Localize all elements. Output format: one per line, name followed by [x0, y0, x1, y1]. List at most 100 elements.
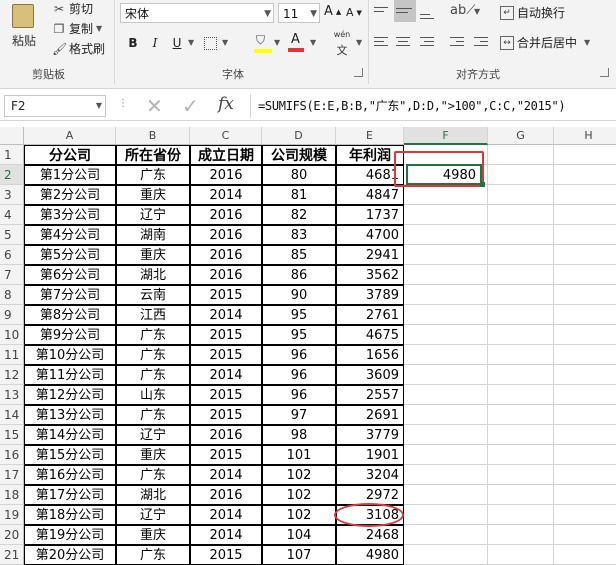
- data-cell[interactable]: 2761: [336, 305, 404, 325]
- font-dialog-launcher-icon[interactable]: [354, 68, 363, 77]
- chevron-down-icon[interactable]: ▼: [310, 38, 316, 47]
- cell[interactable]: [404, 425, 488, 445]
- data-cell[interactable]: 2014: [190, 305, 262, 325]
- data-cell[interactable]: 重庆: [116, 245, 190, 265]
- data-cell[interactable]: 2016: [190, 165, 262, 185]
- data-cell[interactable]: 3779: [336, 425, 404, 445]
- data-cell[interactable]: 广东: [116, 325, 190, 345]
- data-cell[interactable]: 辽宁: [116, 205, 190, 225]
- data-cell[interactable]: 1737: [336, 205, 404, 225]
- align-top-icon[interactable]: [372, 4, 390, 22]
- insert-function-icon[interactable]: fx: [218, 94, 234, 114]
- chevron-down-icon[interactable]: ▼: [222, 38, 228, 47]
- data-cell[interactable]: 第16分公司: [24, 465, 116, 485]
- cell[interactable]: [554, 165, 616, 185]
- row-header[interactable]: 3: [0, 185, 24, 205]
- cell[interactable]: [488, 365, 554, 385]
- data-cell[interactable]: 2015: [190, 325, 262, 345]
- phonetic-button[interactable]: wén 文: [330, 30, 354, 57]
- data-cell[interactable]: 2691: [336, 405, 404, 425]
- data-cell[interactable]: 第12分公司: [24, 385, 116, 405]
- data-cell[interactable]: 96: [262, 345, 336, 365]
- cell[interactable]: [488, 505, 554, 525]
- enter-check-icon[interactable]: ✓: [182, 94, 199, 118]
- row-header[interactable]: 1: [0, 145, 24, 165]
- font-shrink-button[interactable]: A ▼: [346, 6, 362, 19]
- cell[interactable]: [554, 525, 616, 545]
- cell[interactable]: [488, 425, 554, 445]
- data-cell[interactable]: 2014: [190, 505, 262, 525]
- cell[interactable]: [404, 445, 488, 465]
- data-cell[interactable]: 3562: [336, 265, 404, 285]
- data-cell[interactable]: 4980: [336, 545, 404, 565]
- data-cell[interactable]: 98: [262, 425, 336, 445]
- cell[interactable]: [488, 385, 554, 405]
- data-cell[interactable]: 1656: [336, 345, 404, 365]
- data-cell[interactable]: 4675: [336, 325, 404, 345]
- data-cell[interactable]: 第2分公司: [24, 185, 116, 205]
- column-header-e[interactable]: E: [336, 127, 404, 145]
- data-cell[interactable]: 1901: [336, 445, 404, 465]
- cell[interactable]: [404, 405, 488, 425]
- row-header[interactable]: 13: [0, 385, 24, 405]
- row-header[interactable]: 19: [0, 505, 24, 525]
- copy-button[interactable]: ❐ 复制 ▼: [52, 20, 103, 37]
- data-cell[interactable]: 2014: [190, 465, 262, 485]
- data-cell[interactable]: 第4分公司: [24, 225, 116, 245]
- chevron-down-icon[interactable]: ▼: [188, 38, 194, 47]
- data-cell[interactable]: 重庆: [116, 185, 190, 205]
- data-cell[interactable]: 90: [262, 285, 336, 305]
- data-cell[interactable]: 2015: [190, 385, 262, 405]
- row-header[interactable]: 17: [0, 465, 24, 485]
- data-cell[interactable]: 广东: [116, 545, 190, 565]
- header-cell[interactable]: 公司规模: [262, 145, 336, 165]
- data-cell[interactable]: 95: [262, 325, 336, 345]
- cell[interactable]: [404, 265, 488, 285]
- data-cell[interactable]: 80: [262, 165, 336, 185]
- cell[interactable]: [554, 205, 616, 225]
- data-cell[interactable]: 湖北: [116, 485, 190, 505]
- chevron-down-icon[interactable]: ▼: [96, 96, 102, 116]
- cell[interactable]: [488, 465, 554, 485]
- font-name-combo[interactable]: 宋体 ▼: [120, 3, 274, 23]
- row-header[interactable]: 4: [0, 205, 24, 225]
- data-cell[interactable]: 82: [262, 205, 336, 225]
- header-cell[interactable]: 分公司: [24, 145, 116, 165]
- data-cell[interactable]: 广东: [116, 165, 190, 185]
- cell[interactable]: [404, 345, 488, 365]
- cell[interactable]: [554, 385, 616, 405]
- row-header[interactable]: 21: [0, 545, 24, 565]
- merge-center-button[interactable]: ↔ 合并后居中 ▼: [500, 34, 590, 51]
- cell[interactable]: [404, 365, 488, 385]
- name-box[interactable]: F2 ▼: [4, 95, 106, 117]
- data-cell[interactable]: 3609: [336, 365, 404, 385]
- data-cell[interactable]: 重庆: [116, 445, 190, 465]
- data-cell[interactable]: 97: [262, 405, 336, 425]
- data-cell[interactable]: 云南: [116, 285, 190, 305]
- data-cell[interactable]: 2557: [336, 385, 404, 405]
- header-cell[interactable]: 所在省份: [116, 145, 190, 165]
- row-header[interactable]: 9: [0, 305, 24, 325]
- cell[interactable]: [554, 545, 616, 565]
- data-cell[interactable]: 2015: [190, 405, 262, 425]
- font-size-combo[interactable]: 11 ▼: [278, 3, 320, 23]
- cell[interactable]: [554, 365, 616, 385]
- chevron-down-icon[interactable]: ▼: [584, 38, 590, 47]
- align-center-icon[interactable]: [394, 34, 412, 52]
- row-header[interactable]: 14: [0, 405, 24, 425]
- cell[interactable]: [554, 145, 616, 165]
- row-header[interactable]: 12: [0, 365, 24, 385]
- column-header-h[interactable]: H: [554, 127, 616, 145]
- data-cell[interactable]: 第7分公司: [24, 285, 116, 305]
- row-header[interactable]: 16: [0, 445, 24, 465]
- cell[interactable]: [554, 425, 616, 445]
- cell[interactable]: [488, 405, 554, 425]
- cell[interactable]: [554, 405, 616, 425]
- data-cell[interactable]: 湖南: [116, 225, 190, 245]
- row-header[interactable]: 7: [0, 265, 24, 285]
- column-header-c[interactable]: C: [190, 127, 262, 145]
- data-cell[interactable]: 第9分公司: [24, 325, 116, 345]
- data-cell[interactable]: 86: [262, 265, 336, 285]
- row-header[interactable]: 8: [0, 285, 24, 305]
- data-cell[interactable]: 102: [262, 505, 336, 525]
